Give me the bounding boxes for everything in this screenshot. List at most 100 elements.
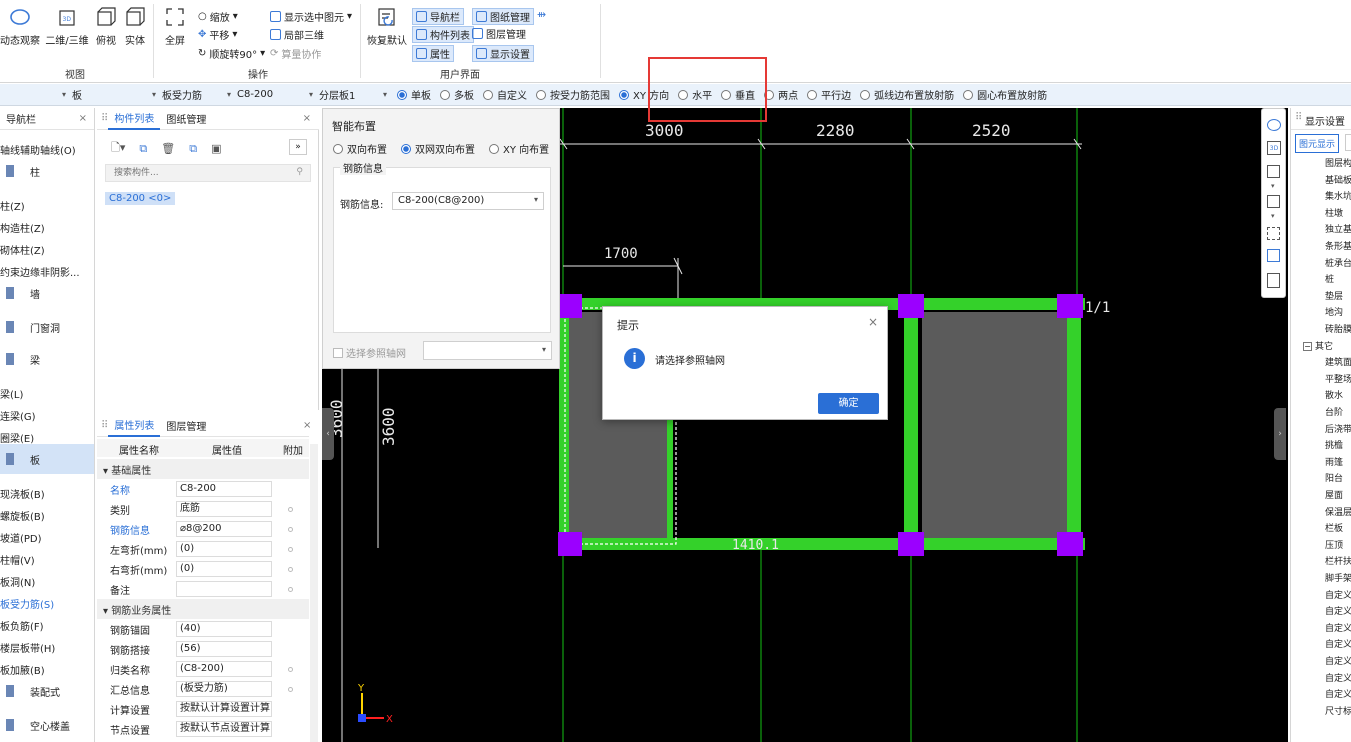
comp-list-toggle[interactable]: 构件列表 xyxy=(412,26,474,43)
tree-item[interactable]: 桩 xyxy=(1325,272,1334,285)
nav-category[interactable]: 空心楼盖 xyxy=(0,710,94,740)
property-value-field[interactable]: (C8-200) xyxy=(176,661,272,677)
tree-item[interactable]: 自定义 xyxy=(1325,604,1351,617)
tree-item[interactable]: 条形基 xyxy=(1325,239,1351,252)
nav-category[interactable]: 板 xyxy=(0,444,94,474)
tree-item[interactable]: 砖胎膜 xyxy=(1325,322,1351,335)
nav-category[interactable]: 柱 xyxy=(0,156,94,186)
column[interactable] xyxy=(1057,532,1083,556)
tree-item[interactable]: 柱墩 xyxy=(1325,206,1343,219)
property-value-field[interactable]: (40) xyxy=(176,621,272,637)
show-selected-button[interactable]: 显示选中图元 ▾ xyxy=(270,9,352,24)
layer-combo[interactable]: ▾ 分层板1 ▾ xyxy=(303,86,389,104)
nav-item[interactable]: 板洞(N) xyxy=(0,574,35,589)
copy-icon[interactable]: ⧉ xyxy=(139,142,147,156)
search-icon[interactable]: ⚲ xyxy=(296,167,303,177)
component-combo[interactable]: ▾ C8-200 xyxy=(221,86,303,104)
nav-item[interactable]: 坡道(PD) xyxy=(0,530,42,545)
property-value-field[interactable]: (0) xyxy=(176,541,272,557)
ref-grid-select[interactable]: ▾ xyxy=(423,341,552,360)
radio-option[interactable]: 多板 xyxy=(440,87,474,102)
customize-icon[interactable]: ⇻ xyxy=(537,8,546,21)
new-component-icon[interactable]: 🗋▾ xyxy=(111,139,125,158)
tree-item[interactable]: 保温层 xyxy=(1325,505,1351,518)
tree-item[interactable]: 自定义 xyxy=(1325,637,1351,650)
tree-item[interactable]: 台阶 xyxy=(1325,405,1343,418)
nav-item[interactable]: 板受力筋(S) xyxy=(0,596,54,611)
column[interactable] xyxy=(1057,294,1083,318)
top-view-button[interactable]: 俯视 xyxy=(94,6,118,47)
radio-option[interactable]: 自定义 xyxy=(483,87,527,102)
tab-drawing-mgmt[interactable]: 图纸管理 xyxy=(160,108,212,130)
tree-item[interactable]: 散水 xyxy=(1325,388,1343,401)
tree-item[interactable]: 栏板 xyxy=(1325,521,1343,534)
restore-default-button[interactable]: 恢复默认 xyxy=(366,6,408,47)
tree-item[interactable]: 栏杆扶 xyxy=(1325,554,1351,567)
search-input[interactable] xyxy=(106,165,286,181)
property-value-field[interactable]: 按默认节点设置计算 xyxy=(176,721,272,737)
restore-layout-icon[interactable] xyxy=(1267,273,1280,288)
tree-item[interactable]: 尺寸标 xyxy=(1325,704,1351,717)
tab-property-list[interactable]: 属性列表 xyxy=(108,415,161,437)
beam-right[interactable] xyxy=(1067,298,1081,550)
nav-item[interactable]: 柱(Z) xyxy=(0,198,25,213)
tree-item[interactable]: 阳台 xyxy=(1325,471,1343,484)
nav-item[interactable]: 圈梁(E) xyxy=(0,430,34,445)
layout-mode-radio[interactable]: XY 向布置 xyxy=(489,141,549,156)
tree-item[interactable]: 后浇带 xyxy=(1325,422,1351,435)
cube-top-icon[interactable] xyxy=(1267,165,1280,178)
tree-item[interactable]: 地沟 xyxy=(1325,305,1343,318)
nav-category[interactable]: 装配式 xyxy=(0,676,94,706)
tree-item[interactable]: 桩承台 xyxy=(1325,256,1351,269)
property-value-field[interactable]: (0) xyxy=(176,561,272,577)
property-value-field[interactable]: 按默认计算设置计算 xyxy=(176,701,272,717)
layout-mode-radio[interactable]: 双网双向布置 xyxy=(401,141,475,156)
nav-item[interactable]: 轴线辅助轴线(O) xyxy=(0,142,76,157)
radio-option[interactable]: 平行边 xyxy=(807,87,851,102)
orbit-view-button[interactable]: 动态观察 xyxy=(0,6,40,47)
radio-option[interactable]: XY 方向 xyxy=(619,87,669,102)
attach-checkbox[interactable] xyxy=(288,566,293,572)
tree-item[interactable]: 压顶 xyxy=(1325,538,1343,551)
tree-item[interactable]: 自定义 xyxy=(1325,588,1351,601)
column[interactable] xyxy=(898,532,924,556)
tree-group[interactable]: − 其它 xyxy=(1303,339,1333,352)
element-subtype-combo[interactable]: ▾ 板受力筋 xyxy=(146,86,221,104)
layer-mgmt-toggle[interactable]: 图层管理 xyxy=(472,26,526,41)
radio-option[interactable]: 单板 xyxy=(397,87,431,102)
property-group[interactable]: ▾ 基础属性 xyxy=(97,459,309,479)
3d-box-icon[interactable]: 3D xyxy=(1267,141,1281,155)
tree-item[interactable]: 雨篷 xyxy=(1325,455,1343,468)
pan-button[interactable]: ✥ 平移 ▾ xyxy=(198,27,237,42)
layer-copy-icon[interactable]: ⧉ xyxy=(189,142,197,156)
nav-item[interactable]: 板加腋(B) xyxy=(0,662,45,677)
props-scrollbar[interactable] xyxy=(310,444,318,742)
nav-item[interactable]: 约束边缘非阴影... xyxy=(0,264,80,279)
drag-handle-icon[interactable]: ⠿ xyxy=(101,113,108,124)
select-ref-grid-checkbox[interactable]: 选择参照轴网 xyxy=(333,345,406,360)
delete-icon[interactable]: 🗑 xyxy=(161,142,175,155)
fullscreen-button[interactable]: 全屏 xyxy=(160,6,190,47)
nav-item[interactable]: 构造柱(Z) xyxy=(0,220,45,235)
attach-checkbox[interactable] xyxy=(288,506,293,512)
radio-option[interactable]: 按受力筋范围 xyxy=(536,87,610,102)
close-icon[interactable]: × xyxy=(868,315,878,329)
radio-option[interactable]: 圆心布置放射筋 xyxy=(963,87,1047,102)
nav-item[interactable]: 现浇板(B) xyxy=(0,486,45,501)
nav-bar-toggle[interactable]: 导航栏 xyxy=(412,8,464,25)
nav-category[interactable]: 门窗洞 xyxy=(0,312,94,342)
orbit-icon[interactable] xyxy=(1267,119,1281,131)
zoom-button[interactable]: ○ 缩放 ▾ xyxy=(198,9,238,24)
tree-item[interactable]: 屋面 xyxy=(1325,488,1343,501)
component-item-selected[interactable]: C8-200 <0> xyxy=(105,192,176,205)
nav-item[interactable]: 楼层板带(H) xyxy=(0,640,55,655)
tree-item[interactable]: 基础板 xyxy=(1325,173,1351,186)
beam-middle[interactable] xyxy=(904,298,918,550)
property-value-field[interactable]: ⌀8@200 xyxy=(176,521,272,537)
collapse-right-handle[interactable]: › xyxy=(1274,408,1286,460)
nav-category[interactable]: 墙 xyxy=(0,278,94,308)
tree-item[interactable]: 脚手架 xyxy=(1325,571,1351,584)
attach-checkbox[interactable] xyxy=(288,586,293,592)
drag-handle-icon[interactable]: ⠿ xyxy=(1295,112,1302,123)
solid-view-button[interactable]: 实体 xyxy=(122,6,148,47)
